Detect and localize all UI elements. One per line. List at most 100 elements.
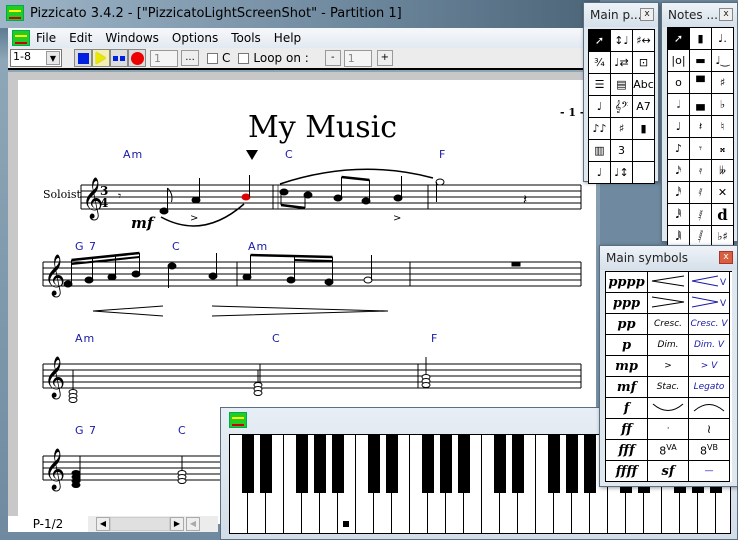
piano-black-key[interactable]: [242, 435, 254, 493]
play-button[interactable]: [92, 49, 110, 67]
symbol-sf[interactable]: sf: [648, 461, 689, 482]
note-tool-half-rest-2[interactable]: ▄: [690, 94, 712, 116]
notes-palette-titlebar[interactable]: Notes ... x: [662, 3, 737, 27]
stop-button[interactable]: [74, 49, 92, 67]
menu-options[interactable]: Options: [172, 31, 218, 45]
note-tool-whole-note[interactable]: o: [668, 72, 690, 94]
note-tool-sixteenth-rest[interactable]: 𝄿: [690, 160, 712, 182]
menu-help[interactable]: Help: [274, 31, 301, 45]
note-tool-sharp[interactable]: ♯: [712, 72, 734, 94]
main-tool-keyboard-0-8[interactable]: ▥: [589, 140, 611, 162]
note-tool-sixteenth-note[interactable]: 𝅘𝅥𝅯: [668, 160, 690, 182]
menu-edit[interactable]: Edit: [69, 31, 92, 45]
horizontal-scrollbar[interactable]: [110, 517, 170, 531]
symbol-8VB[interactable]: 8VB: [689, 440, 730, 461]
symbol-mf[interactable]: mf: [606, 377, 648, 398]
menu-tools[interactable]: Tools: [231, 31, 261, 45]
symbol-pppp[interactable]: pppp: [606, 272, 648, 293]
piano-black-key[interactable]: [548, 435, 560, 493]
main-tool-triplet-3[interactable]: 3: [611, 140, 633, 162]
symbol-V[interactable]: > V: [689, 356, 730, 377]
main-tool-note-stems[interactable]: ♩: [589, 96, 611, 118]
loop-minus-button[interactable]: -: [324, 50, 341, 66]
note-tool-32nd-note[interactable]: 𝅘𝅥𝅰: [668, 182, 690, 204]
piano-black-key[interactable]: [422, 435, 434, 493]
piano-black-key[interactable]: [368, 435, 380, 493]
menu-file[interactable]: File: [36, 31, 56, 45]
symbol-Dim-V[interactable]: Dim. V: [689, 335, 730, 356]
piano-black-key[interactable]: [332, 435, 344, 493]
note-tool-half-note[interactable]: 𝅗𝅥: [668, 94, 690, 116]
symbol-8VA[interactable]: 8VA: [648, 440, 689, 461]
c-checkbox[interactable]: [207, 52, 218, 64]
note-tool-quarter-rest-bar[interactable]: ▮: [690, 28, 712, 50]
note-tool-quarter-rest[interactable]: 𝄽: [690, 116, 712, 138]
symbol-ff[interactable]: ff: [606, 419, 648, 440]
note-tool-flat[interactable]: ♭: [712, 94, 734, 116]
symbol-mp[interactable]: mp: [606, 356, 648, 377]
note-tool-eighth-note[interactable]: ♪: [668, 138, 690, 160]
symbol-f[interactable]: f: [606, 398, 648, 419]
scroll-right-button[interactable]: ▶: [170, 517, 184, 531]
note-tool-d[interactable]: d: [712, 204, 734, 226]
symbol-p[interactable]: p: [606, 335, 648, 356]
main-tool-note-la[interactable]: ♩: [589, 162, 611, 184]
main-tool-la-shift[interactable]: ♩⇄: [611, 52, 633, 74]
symbol-pp[interactable]: pp: [606, 314, 648, 335]
piano-black-key[interactable]: [494, 435, 506, 493]
symbol-slur-down[interactable]: [648, 398, 689, 419]
note-tool-double-flat[interactable]: 𝄫: [712, 160, 734, 182]
record-button[interactable]: [128, 49, 146, 67]
note-tool-dotted-note[interactable]: ♩.: [712, 28, 734, 50]
symbol-decrescendo-hairpin-v[interactable]: V: [689, 293, 730, 314]
note-tool-repeat-bar[interactable]: |o|: [668, 50, 690, 72]
note-tool-64th-rest[interactable]: 𝅁: [690, 204, 712, 226]
piano-black-key[interactable]: [296, 435, 308, 493]
note-tool-tie[interactable]: ♩‿: [712, 50, 734, 72]
main-tool-text-block[interactable]: ▤: [611, 74, 633, 96]
main-tool-3/4[interactable]: ¾: [589, 52, 611, 74]
main-tool-note-move[interactable]: ♩↕: [611, 162, 633, 184]
main-tool-eighth-pair[interactable]: ♪♪: [589, 118, 611, 140]
symbol-[interactable]: —: [689, 461, 730, 482]
document-icon[interactable]: [12, 30, 30, 46]
symbol-fff[interactable]: fff: [606, 440, 648, 461]
note-tool-half-rest[interactable]: ▬: [690, 50, 712, 72]
main-tool-voice[interactable]: ▮: [633, 118, 655, 140]
piano-black-key[interactable]: [584, 435, 596, 493]
piano-black-key[interactable]: [566, 435, 578, 493]
ellipsis-button[interactable]: ...: [181, 50, 199, 66]
symbol-ppp[interactable]: ppp: [606, 293, 648, 314]
piano-black-key[interactable]: [314, 435, 326, 493]
close-icon[interactable]: x: [640, 8, 654, 21]
main-tool-staff-lines[interactable]: ♯: [611, 118, 633, 140]
symbol-[interactable]: >: [648, 356, 689, 377]
loop-count-field[interactable]: 1: [343, 49, 372, 67]
measure-range-select[interactable]: 1-8 ▼: [10, 49, 62, 67]
note-tool-whole-rest[interactable]: ▀: [690, 72, 712, 94]
symbol-ffff[interactable]: ffff: [606, 461, 648, 482]
symbol-turn[interactable]: ≀: [689, 419, 730, 440]
symbol-Legato[interactable]: Legato: [689, 377, 730, 398]
note-tool-32nd-rest[interactable]: 𝅀: [690, 182, 712, 204]
scroll-left-button-2[interactable]: ◀: [186, 517, 200, 531]
main-palette-titlebar[interactable]: Main p... x: [584, 3, 658, 27]
scroll-left-button[interactable]: ◀: [96, 517, 110, 531]
main-tool-pitch-la[interactable]: ↕♩: [611, 30, 633, 52]
main-tool-Abc[interactable]: Abc: [633, 74, 655, 96]
close-icon[interactable]: x: [719, 8, 733, 21]
pause-button[interactable]: [110, 49, 128, 67]
note-tool-quarter-note[interactable]: ♩: [668, 116, 690, 138]
symbols-palette-titlebar[interactable]: Main symbols x: [600, 246, 737, 270]
close-icon[interactable]: x: [719, 251, 733, 264]
piano-black-key[interactable]: [440, 435, 452, 493]
note-tool-natural[interactable]: ♮: [712, 116, 734, 138]
piano-black-key[interactable]: [512, 435, 524, 493]
menu-windows[interactable]: Windows: [105, 31, 159, 45]
main-tool-measure-layout[interactable]: ⊡: [633, 52, 655, 74]
main-tool-arrow-tool[interactable]: ➚: [589, 30, 611, 52]
piano-black-key[interactable]: [260, 435, 272, 493]
piano-black-key[interactable]: [386, 435, 398, 493]
chevron-down-icon[interactable]: ▼: [46, 51, 60, 65]
symbol-Cresc-V[interactable]: Cresc. V: [689, 314, 730, 335]
